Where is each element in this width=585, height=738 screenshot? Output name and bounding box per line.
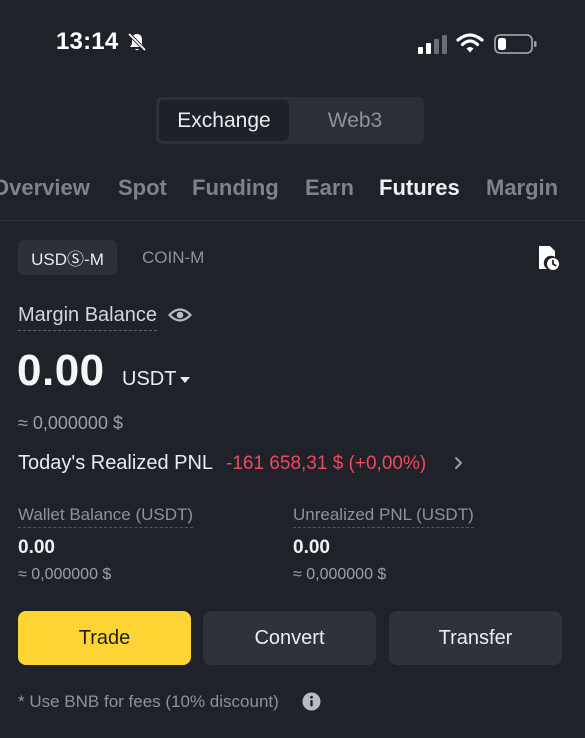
realized-pnl-label[interactable]: Today's Realized PNL	[18, 452, 213, 475]
cellular-signal-icon	[418, 35, 447, 54]
unrealized-pnl-label[interactable]: Unrealized PNL (USDT)	[293, 505, 474, 528]
bnb-fee-note: * Use BNB for fees (10% discount)	[18, 692, 279, 711]
tabs-divider	[0, 220, 585, 221]
switch-exchange[interactable]: Exchange	[159, 100, 289, 141]
convert-button[interactable]: Convert	[203, 611, 376, 665]
wifi-icon	[456, 33, 484, 53]
margin-balance-unit[interactable]: USDT	[122, 368, 176, 391]
exchange-web3-switch: Exchange Web3	[156, 97, 424, 144]
wallet-balance-label[interactable]: Wallet Balance (USDT)	[18, 505, 194, 528]
transfer-button[interactable]: Transfer	[389, 611, 562, 665]
margin-balance-value: 0.00	[17, 346, 105, 395]
tab-overview[interactable]: Overview	[0, 175, 90, 201]
order-history-icon[interactable]	[536, 244, 560, 272]
chevron-right-icon[interactable]	[454, 456, 464, 470]
futures-screen: 13:14 Exchange Web3 Overview Spot Fundin…	[0, 0, 585, 738]
wallet-balance-value: 0.00	[18, 537, 55, 558]
coin-m-chip[interactable]: COIN-M	[142, 248, 204, 268]
tab-spot[interactable]: Spot	[118, 175, 167, 201]
usds-m-chip[interactable]: USDⓈ-M	[18, 240, 117, 275]
margin-balance-approx: ≈ 0,000000 $	[18, 413, 123, 433]
switch-web3[interactable]: Web3	[289, 100, 421, 141]
margin-balance-label[interactable]: Margin Balance	[18, 304, 157, 331]
status-time: 13:14	[56, 28, 119, 55]
realized-pnl-value[interactable]: -161 658,31 $ (+0,00%)	[226, 453, 426, 475]
info-icon[interactable]	[302, 692, 321, 711]
eye-icon[interactable]	[168, 305, 192, 325]
wallet-balance-approx: ≈ 0,000000 $	[18, 566, 112, 583]
tab-earn[interactable]: Earn	[305, 175, 354, 201]
bell-slash-icon	[127, 32, 147, 52]
tab-margin[interactable]: Margin	[486, 175, 558, 201]
unrealized-pnl-value: 0.00	[293, 537, 330, 558]
battery-icon	[494, 34, 537, 54]
trade-button[interactable]: Trade	[18, 611, 191, 665]
tab-futures[interactable]: Futures	[379, 175, 460, 201]
caret-down-icon[interactable]	[180, 376, 190, 384]
tab-funding[interactable]: Funding	[192, 175, 279, 201]
unrealized-pnl-approx: ≈ 0,000000 $	[293, 566, 387, 583]
